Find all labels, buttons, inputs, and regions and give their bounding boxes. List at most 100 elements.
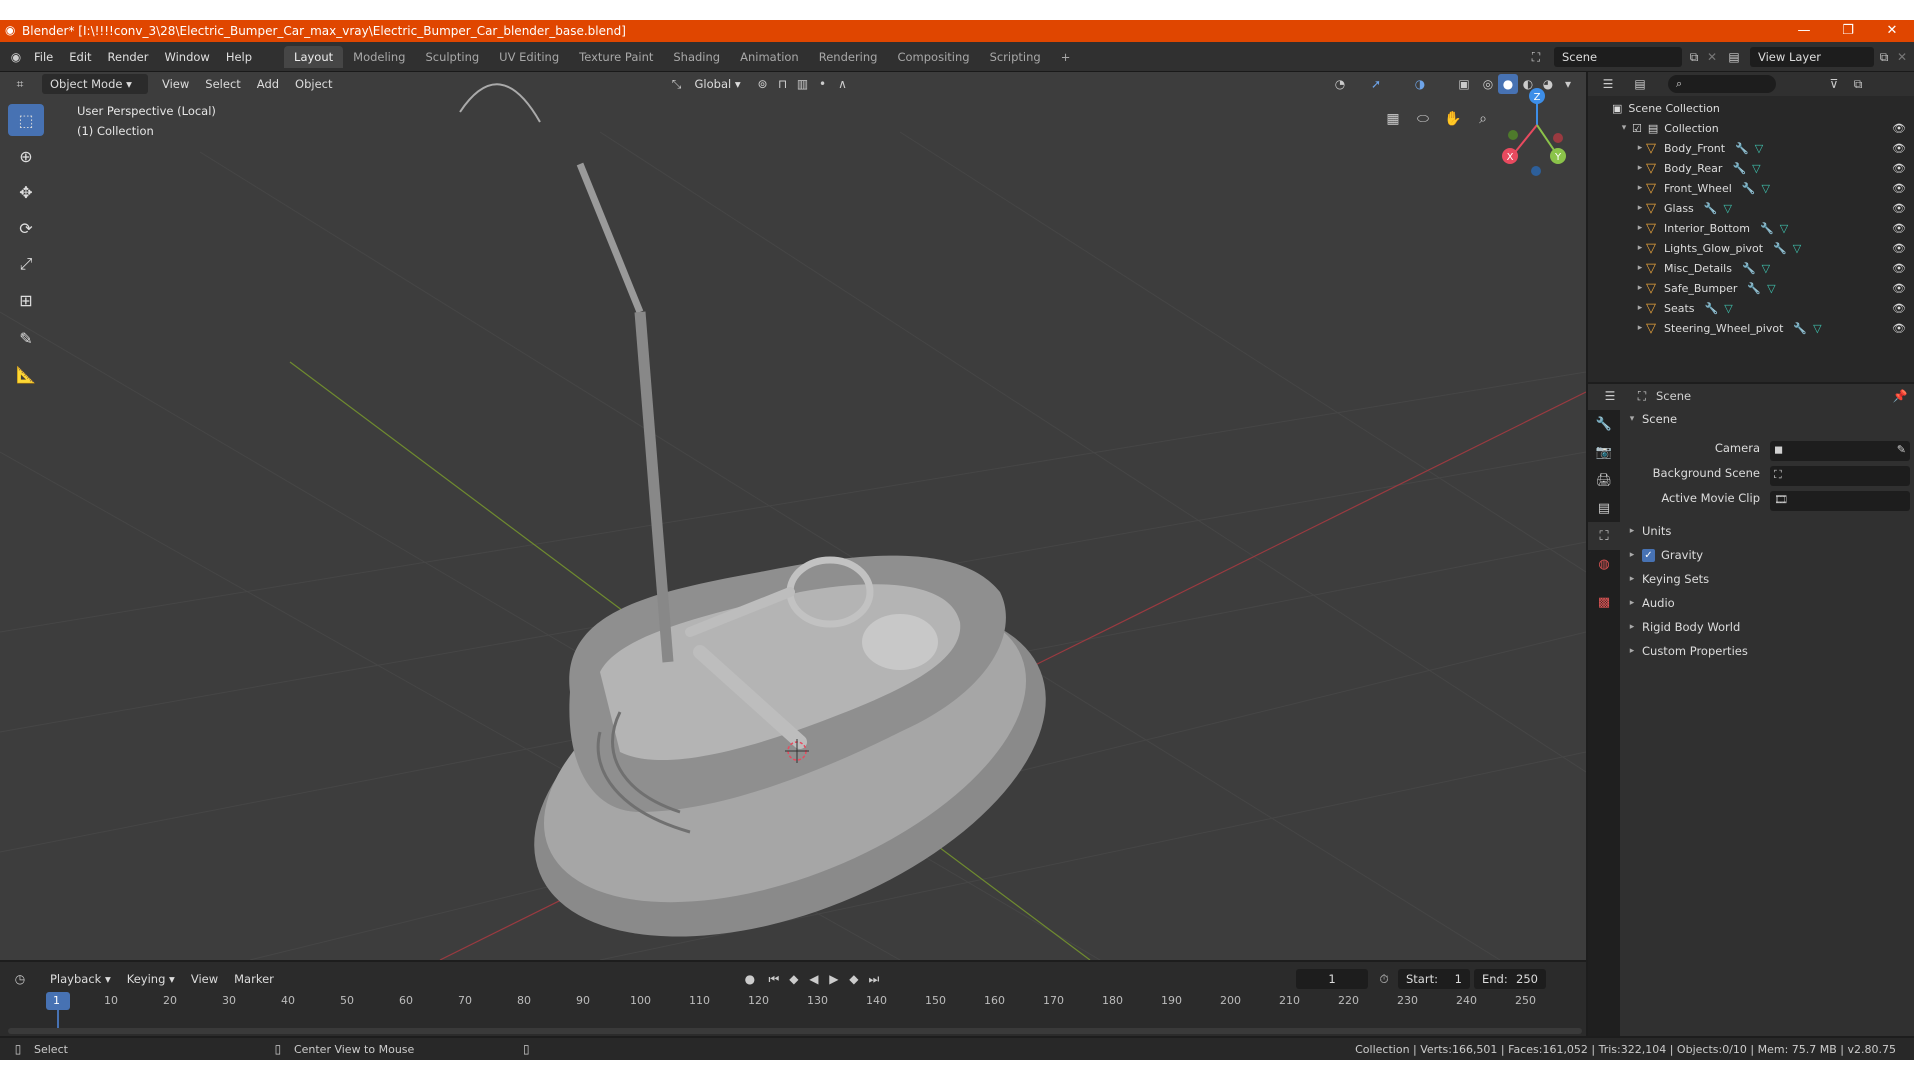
orientation-dropdown[interactable]: Global ▾ [687, 74, 753, 94]
mesh-data-icon[interactable]: ▽ [1780, 222, 1788, 235]
move-tool-icon[interactable]: ✥ [8, 176, 44, 208]
eye-icon[interactable]: 👁 [1892, 222, 1906, 235]
menu-file[interactable]: File [26, 50, 61, 64]
audio-panel-header[interactable]: ▸ Audio [1626, 596, 1675, 610]
new-view-layer-icon[interactable]: ⧉ [1874, 47, 1894, 67]
modifier-icon[interactable]: 🔧 [1747, 282, 1761, 295]
bumper-car-model[interactable] [459, 83, 1093, 960]
new-collection-icon[interactable]: ⧉ [1848, 74, 1868, 94]
outliner-scene-collection[interactable]: ▣ Scene Collection [1588, 98, 1914, 118]
mesh-data-icon[interactable]: ▽ [1813, 322, 1821, 335]
view-layer-selector[interactable]: View Layer [1750, 47, 1874, 67]
mesh-data-icon[interactable]: ▽ [1724, 202, 1732, 215]
outliner-object-row[interactable]: ▸ ▽ Misc_Details 🔧 ▽ 👁 [1588, 258, 1914, 278]
pin-icon[interactable]: 📌 [1890, 386, 1910, 406]
close-button[interactable]: ✕ [1870, 20, 1914, 42]
editor-type-icon[interactable]: ⌗ [10, 74, 30, 94]
mesh-data-icon[interactable]: ▽ [1752, 162, 1760, 175]
falloff-icon[interactable]: ∧ [833, 74, 853, 94]
rigid-body-world-panel-header[interactable]: ▸ Rigid Body World [1626, 620, 1741, 634]
outliner-object-row[interactable]: ▸ ▽ Glass 🔧 ▽ 👁 [1588, 198, 1914, 218]
properties-editor-icon[interactable]: ☰ [1600, 386, 1620, 406]
menu-window[interactable]: Window [156, 50, 217, 64]
play-icon[interactable]: ▶ [824, 969, 844, 989]
mesh-data-icon[interactable]: ▽ [1761, 182, 1769, 195]
expand-icon[interactable]: ▸ [1634, 203, 1646, 213]
keying-sets-panel-header[interactable]: ▸ Keying Sets [1626, 572, 1709, 586]
end-frame-field[interactable]: End: 250 [1474, 969, 1546, 989]
eye-icon[interactable]: 👁 [1892, 282, 1906, 295]
grid-toggle-icon[interactable]: ▦ [1380, 106, 1406, 132]
maximize-button[interactable]: ❐ [1826, 20, 1870, 42]
outliner-object-row[interactable]: ▸ ▽ Steering_Wheel_pivot 🔧 ▽ 👁 [1588, 318, 1914, 338]
eye-icon[interactable]: 👁 [1892, 142, 1906, 155]
mesh-data-icon[interactable]: ▽ [1762, 262, 1770, 275]
tool-tab-icon[interactable]: 🔧 [1588, 410, 1620, 438]
menu-help[interactable]: Help [218, 50, 260, 64]
outliner-collection[interactable]: ▾ ☑ ▤ Collection 👁 [1588, 118, 1914, 138]
delete-scene-icon[interactable]: ✕ [1702, 47, 1722, 67]
scene-icon[interactable]: ⛶ [1526, 47, 1546, 67]
rendered-shading-icon[interactable]: ◕ [1538, 74, 1558, 94]
expand-icon[interactable]: ▸ [1634, 163, 1646, 173]
modifier-icon[interactable]: 🔧 [1732, 162, 1746, 175]
prev-keyframe-icon[interactable]: ◆ [784, 969, 804, 989]
tab-layout[interactable]: Layout [284, 45, 344, 68]
next-keyframe-icon[interactable]: ◆ [844, 969, 864, 989]
shading-options-icon[interactable]: ▾ [1558, 74, 1578, 94]
outliner-object-row[interactable]: ▸ ▽ Body_Rear 🔧 ▽ 👁 [1588, 158, 1914, 178]
jump-start-icon[interactable]: ⏮ [764, 969, 784, 989]
measure-tool-icon[interactable]: 📐 [8, 358, 44, 390]
marker-menu[interactable]: Marker [226, 969, 282, 989]
background-scene-field[interactable]: ⛶ [1770, 466, 1910, 486]
modifier-icon[interactable]: 🔧 [1704, 202, 1718, 215]
active-movie-clip-field[interactable]: 🎞 [1770, 491, 1910, 511]
playback-menu[interactable]: Playback ▾ [42, 969, 119, 989]
expand-icon[interactable]: ▸ [1634, 143, 1646, 153]
expand-icon[interactable]: ▸ [1634, 223, 1646, 233]
outliner-search-input[interactable]: ⌕ [1668, 75, 1776, 93]
mesh-data-icon[interactable]: ▽ [1755, 142, 1763, 155]
blender-menu-icon[interactable]: ◉ [6, 47, 26, 67]
xray-icon[interactable]: ▣ [1454, 74, 1474, 94]
tab-rendering[interactable]: Rendering [809, 46, 888, 68]
new-scene-icon[interactable]: ⧉ [1684, 47, 1704, 67]
menu-edit[interactable]: Edit [61, 50, 99, 64]
tab-modeling[interactable]: Modeling [343, 46, 415, 68]
pivot-point-icon[interactable]: ⊚ [753, 74, 773, 94]
outliner-editor-icon[interactable]: ☰ [1598, 74, 1618, 94]
outliner-object-row[interactable]: ▸ ▽ Front_Wheel 🔧 ▽ 👁 [1588, 178, 1914, 198]
transform-orientation-icon[interactable]: ⤡ [667, 74, 687, 94]
expand-icon[interactable]: ▸ [1634, 303, 1646, 313]
scene-panel-header[interactable]: ▾ Scene [1626, 412, 1677, 426]
tab-shading[interactable]: Shading [663, 46, 730, 68]
collapse-icon[interactable]: ▾ [1618, 123, 1630, 133]
eye-icon[interactable]: 👁 [1892, 162, 1906, 175]
custom-properties-panel-header[interactable]: ▸ Custom Properties [1626, 644, 1748, 658]
camera-field[interactable]: ◼ ✎ [1770, 441, 1910, 461]
expand-icon[interactable]: ▸ [1634, 323, 1646, 333]
eye-icon[interactable]: 👁 [1892, 122, 1906, 135]
object-mode-dropdown[interactable]: Object Mode ▾ [42, 74, 148, 94]
menu-object[interactable]: Object [287, 74, 340, 94]
menu-view[interactable]: View [154, 74, 197, 94]
modifier-icon[interactable]: 🔧 [1735, 142, 1749, 155]
current-frame-field[interactable]: 1 [1296, 969, 1368, 989]
mesh-data-icon[interactable]: ▽ [1724, 302, 1732, 315]
wireframe-shading-icon[interactable]: ◎ [1478, 74, 1498, 94]
outliner-object-row[interactable]: ▸ ▽ Seats 🔧 ▽ 👁 [1588, 298, 1914, 318]
snap-target-icon[interactable]: ▥ [793, 74, 813, 94]
tab-animation[interactable]: Animation [730, 46, 809, 68]
gizmo-toggle-icon[interactable]: ➚ [1366, 74, 1386, 94]
timeline-scrollbar[interactable] [8, 1028, 1582, 1034]
visibility-icon[interactable]: ◔ [1330, 74, 1350, 94]
record-icon[interactable]: ● [740, 969, 760, 989]
snap-icon[interactable]: ⊓ [773, 74, 793, 94]
minimize-button[interactable]: — [1782, 20, 1826, 42]
menu-select[interactable]: Select [197, 74, 248, 94]
eye-icon[interactable]: 👁 [1892, 302, 1906, 315]
modifier-icon[interactable]: 🔧 [1760, 222, 1774, 235]
modifier-icon[interactable]: 🔧 [1773, 242, 1787, 255]
select-box-tool-icon[interactable]: ⬚ [8, 104, 44, 136]
gravity-checkbox[interactable]: ✓ [1642, 548, 1655, 562]
